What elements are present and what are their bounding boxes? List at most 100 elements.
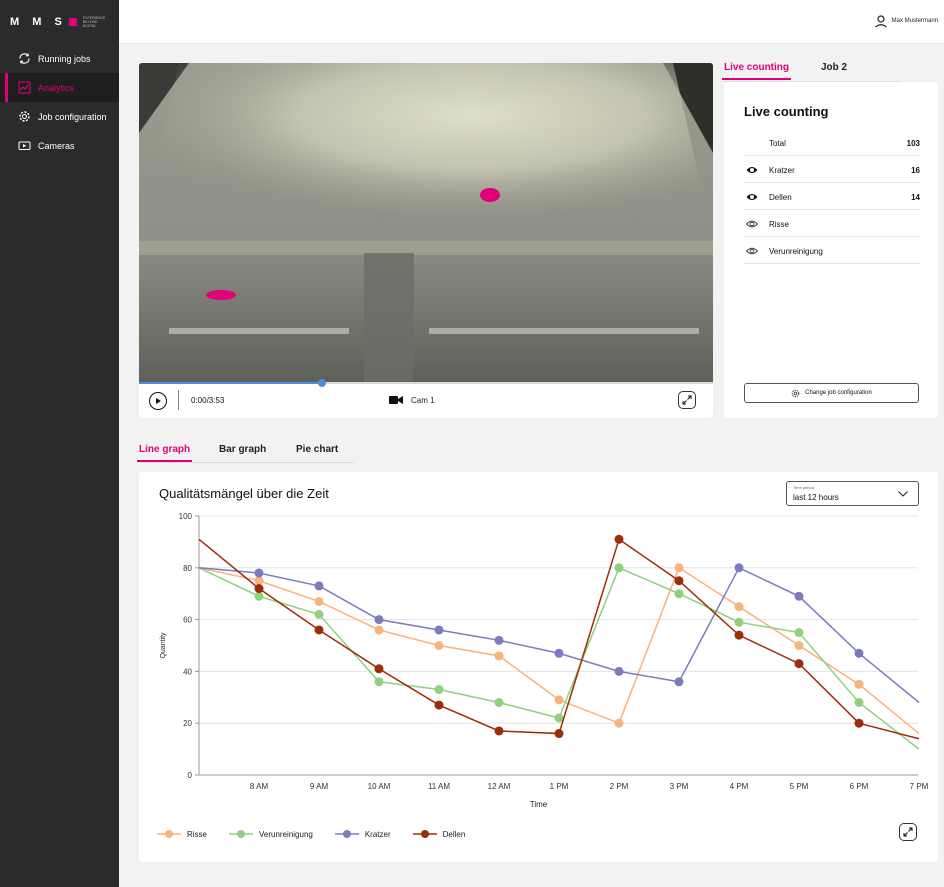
- play-button[interactable]: [149, 392, 167, 410]
- legend-item[interactable]: Risse: [157, 829, 207, 839]
- x-tick-label: 1 PM: [550, 782, 569, 791]
- data-point: [254, 584, 264, 594]
- tab-live-counting[interactable]: Live counting: [722, 62, 791, 80]
- time-period-select[interactable]: Time period last 12 hours: [786, 481, 919, 506]
- legend-label: Verunreinigung: [259, 829, 313, 839]
- data-point: [374, 615, 384, 625]
- x-tick-label: 8 AM: [250, 782, 269, 791]
- data-point: [794, 659, 804, 669]
- legend-item[interactable]: Verunreinigung: [229, 829, 313, 839]
- legend-label: Kratzer: [364, 829, 391, 839]
- defect-label: Kratzer: [769, 166, 795, 175]
- data-point: [374, 625, 384, 635]
- progress-fill: [139, 382, 322, 384]
- progress-handle[interactable]: [318, 379, 326, 387]
- defect-marker[interactable]: [206, 290, 236, 300]
- eye-outline-icon[interactable]: [746, 245, 758, 257]
- time-period-label: Time period: [793, 485, 814, 490]
- defect-count: 14: [911, 193, 920, 202]
- data-point: [854, 648, 864, 658]
- sidebar-item-label: Analytics: [38, 82, 75, 93]
- mms-logo: M M S EXPERIENCE BEYOND DIGITAL: [10, 12, 106, 32]
- camera-label: Cam 1: [411, 395, 435, 405]
- divider: [178, 390, 179, 410]
- data-point: [794, 628, 804, 638]
- data-point: [314, 596, 324, 606]
- legend-item[interactable]: Kratzer: [334, 829, 391, 839]
- eye-filled-icon[interactable]: [746, 191, 758, 203]
- legend-item[interactable]: Dellen: [412, 829, 465, 839]
- line-chart: 0 20 40 60 80 100 8 AM 9 AM 10 AM 11 AM 12 AM 1 PM 2…: [160, 512, 929, 809]
- total-value: 103: [906, 139, 920, 148]
- change-job-configuration-button[interactable]: Change job configuration: [744, 383, 919, 403]
- x-tick-label: 6 PM: [850, 782, 869, 791]
- data-point: [374, 664, 384, 674]
- tab-bar-graph[interactable]: Bar graph: [219, 444, 266, 460]
- chart-legend: Risse Verunreinigung Kratzer Dellen: [157, 829, 487, 839]
- sidebar-item-label: Running jobs: [38, 53, 91, 64]
- data-point: [614, 563, 624, 573]
- data-point: [734, 630, 744, 640]
- legend-swatch: [157, 830, 181, 838]
- x-tick-label: 2 PM: [610, 782, 629, 791]
- eye-outline-icon[interactable]: [746, 218, 758, 230]
- data-point: [674, 677, 684, 687]
- chevron-down-icon: [898, 491, 908, 497]
- logo-tagline: EXPERIENCE BEYOND DIGITAL: [82, 16, 106, 28]
- data-point: [374, 677, 384, 687]
- sidebar-item-job-configuration[interactable]: Job configuration: [0, 102, 119, 131]
- chart-icon: [18, 81, 31, 94]
- x-tick-label: 10 AM: [368, 782, 391, 791]
- data-point: [734, 602, 744, 612]
- y-tick-label: 0: [188, 771, 193, 780]
- data-point: [554, 648, 564, 658]
- sidebar-item-analytics[interactable]: Analytics: [0, 73, 119, 102]
- chart-title: Qualitätsmängel über die Zeit: [159, 486, 329, 501]
- sidebar-item-cameras[interactable]: Cameras: [0, 131, 119, 160]
- data-point: [554, 695, 564, 705]
- user-menu[interactable]: Max Mustermann: [874, 14, 938, 28]
- video-player: 0:00/3:53 Cam 1: [139, 63, 713, 418]
- camera-selector[interactable]: Cam 1: [389, 395, 435, 405]
- data-point: [494, 651, 504, 661]
- data-point: [854, 679, 864, 689]
- defect-marker[interactable]: [480, 188, 500, 202]
- x-tick-label: 12 AM: [488, 782, 511, 791]
- tab-job-2[interactable]: Job 2: [821, 62, 847, 78]
- total-row: Total 103: [744, 129, 920, 156]
- user-name: Max Mustermann: [891, 18, 938, 24]
- legend-label: Risse: [187, 829, 208, 839]
- y-tick-label: 100: [179, 512, 193, 521]
- series-line: [198, 538, 920, 740]
- time-period-value: last 12 hours: [793, 493, 839, 502]
- sidebar-item-label: Cameras: [38, 140, 75, 151]
- chart-panel: 0 20 40 60 80 100 8 AM 9 AM 10 AM 11 AM 12 AM 1 PM 2…: [139, 472, 938, 862]
- camera-feed[interactable]: [139, 63, 713, 383]
- x-tick-label: 3 PM: [670, 782, 689, 791]
- eye-filled-icon[interactable]: [746, 164, 758, 176]
- x-tick-label: 5 PM: [790, 782, 809, 791]
- top-bar: Max Mustermann: [119, 0, 944, 44]
- playback-time: 0:00/3:53: [191, 396, 225, 405]
- sidebar-nav: Running jobs Analytics Job configuration…: [0, 44, 119, 160]
- expand-icon: [903, 827, 913, 837]
- legend-swatch: [229, 830, 254, 838]
- data-point: [674, 589, 684, 599]
- x-tick-label: 7 PM: [910, 782, 929, 791]
- fullscreen-button[interactable]: [678, 391, 696, 409]
- data-point: [854, 697, 864, 707]
- expand-icon: [682, 395, 692, 405]
- data-point: [254, 576, 264, 586]
- sidebar-item-label: Job configuration: [38, 111, 107, 122]
- x-axis-label: Time: [530, 800, 548, 809]
- tab-pie-chart[interactable]: Pie chart: [296, 444, 338, 460]
- x-tick-label: 4 PM: [730, 782, 749, 791]
- change-job-configuration-label: Change job configuration: [805, 390, 872, 396]
- sidebar-item-running-jobs[interactable]: Running jobs: [0, 44, 119, 73]
- chart-expand-button[interactable]: [899, 823, 917, 841]
- data-point: [314, 581, 324, 591]
- defect-row-kratzer: Kratzer 16: [744, 156, 920, 183]
- play-icon: [156, 398, 161, 404]
- live-counting-panel: Live counting Total 103 Kratzer 16 Delle…: [724, 82, 938, 418]
- tab-line-graph[interactable]: Line graph: [136, 444, 193, 462]
